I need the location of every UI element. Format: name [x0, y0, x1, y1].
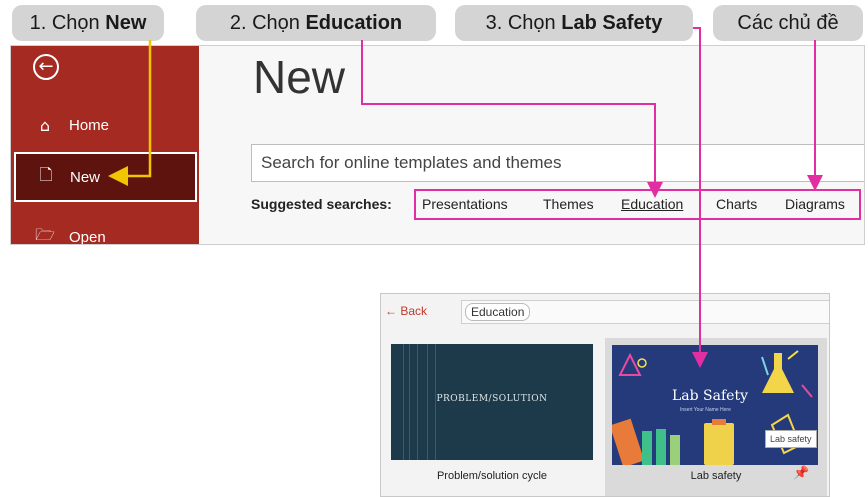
suggested-link-diagrams[interactable]: Diagrams — [785, 196, 845, 212]
template-search-input[interactable]: Search for online templates and themes — [251, 144, 864, 182]
sidebar-item-home[interactable]: ⌂ Home — [11, 102, 199, 148]
back-arrow-icon: ← — [385, 304, 397, 318]
education-screenshot: ← Back Education PROBLEM/SOLUTION Proble… — [380, 293, 830, 497]
suggested-link-themes[interactable]: Themes — [543, 196, 594, 212]
sidebar-item-open[interactable]: 🗁 Open — [11, 214, 199, 245]
callout-topics: Các chủ đề — [713, 5, 863, 41]
suggested-link-education[interactable]: Education — [621, 196, 683, 212]
backstage-screenshot: ← ⌂ Home 🗋 New 🗁 Open New Search for onl… — [10, 45, 865, 245]
sidebar-item-label: New — [70, 168, 101, 186]
template-thumbnail-problem-solution[interactable]: PROBLEM/SOLUTION — [391, 344, 593, 460]
template-card-lab-safety[interactable]: Lab Safety Insert Your Name Here Lab saf… — [605, 338, 827, 496]
sidebar-item-new[interactable]: 🗋 New — [14, 152, 197, 202]
home-icon: ⌂ — [39, 115, 51, 135]
back-arrow-icon[interactable]: ← — [33, 54, 59, 80]
slide-subtitle: Insert Your Name Here — [680, 407, 731, 413]
callout-step-2: 2. Chọn Education — [196, 5, 436, 41]
back-button[interactable]: ← Back — [385, 304, 427, 318]
slide-title: Lab Safety — [672, 388, 748, 404]
sidebar-item-label: Home — [69, 116, 110, 134]
callout-step-3: 3. Chọn Lab Safety — [455, 5, 693, 41]
pin-icon[interactable]: 📌 — [793, 466, 809, 481]
template-caption: Problem/solution cycle — [436, 470, 548, 482]
open-folder-icon: 🗁 — [35, 224, 55, 244]
slide-title: PROBLEM/SOLUTION — [436, 394, 548, 404]
suggested-link-charts[interactable]: Charts — [716, 196, 757, 212]
new-document-icon: 🗋 — [39, 164, 53, 184]
category-tag[interactable]: Education — [465, 303, 531, 321]
page-title: New — [253, 51, 346, 103]
suggested-searches-label: Suggested searches: — [251, 196, 392, 212]
sidebar-item-label: Open — [69, 228, 106, 245]
suggested-link-presentations[interactable]: Presentations — [422, 196, 508, 212]
backstage-sidebar: ← ⌂ Home 🗋 New 🗁 Open — [11, 46, 199, 245]
tooltip: Lab safety — [765, 430, 817, 448]
callout-step-1: 1. Chọn New — [12, 5, 164, 41]
